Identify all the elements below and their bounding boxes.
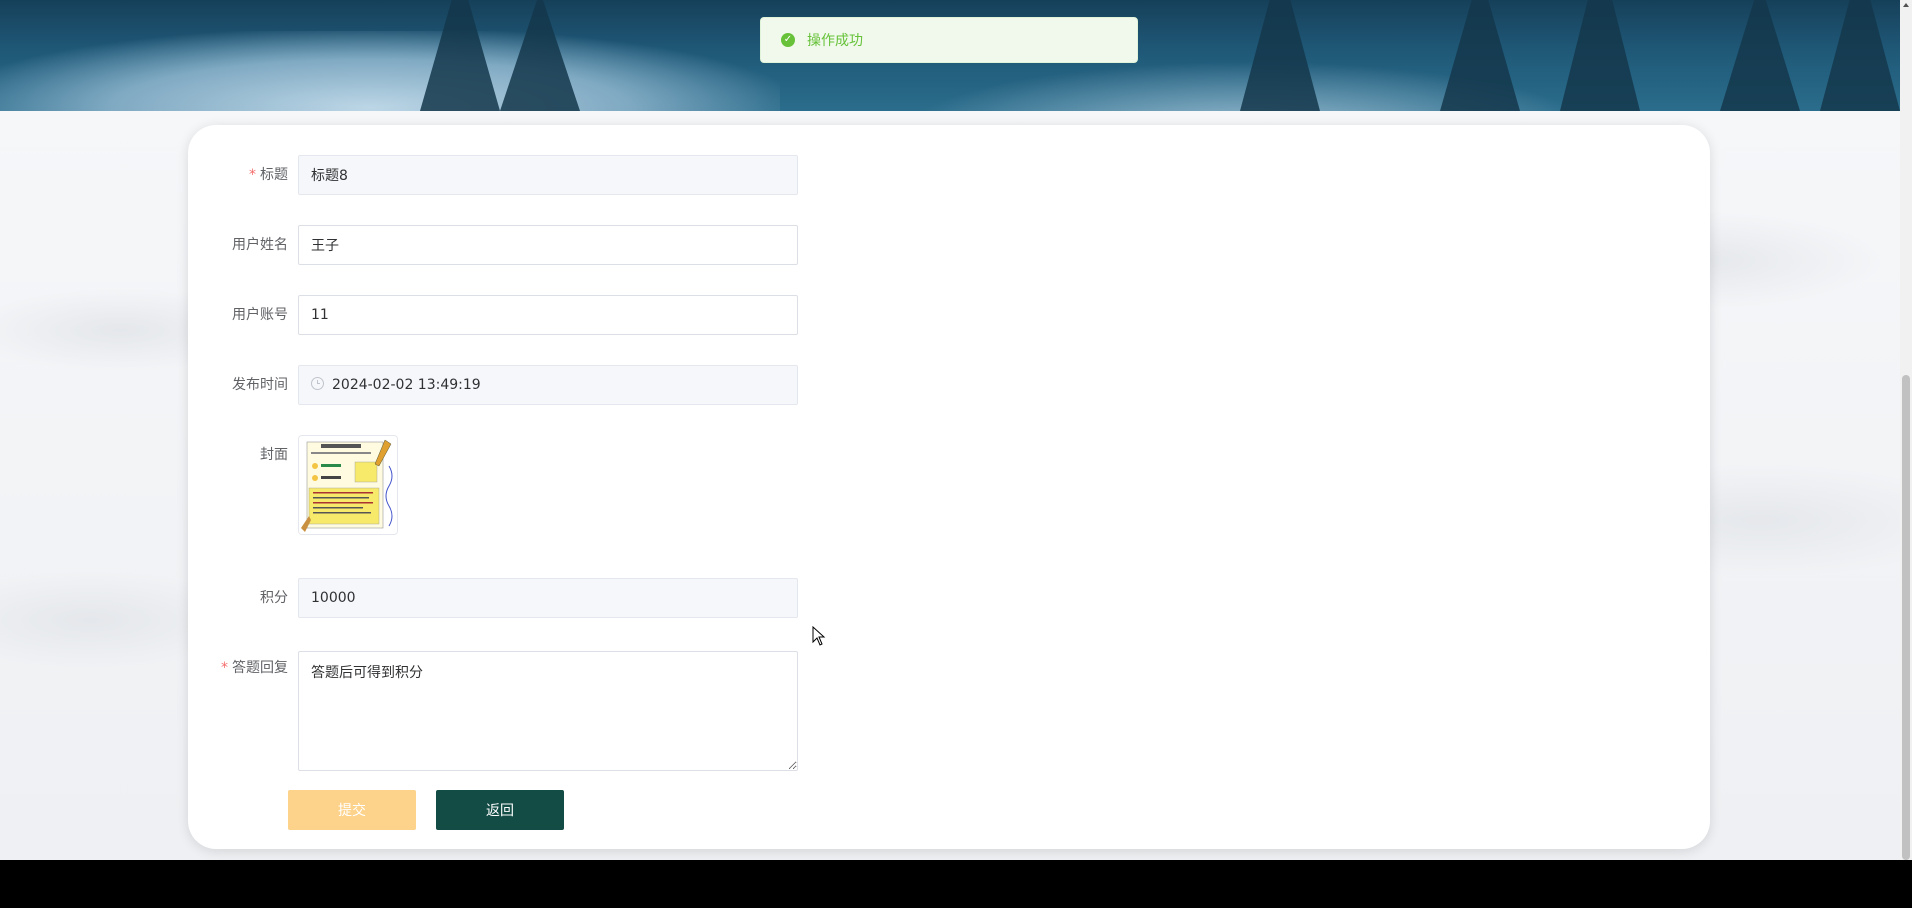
toast-message: 操作成功 — [807, 33, 863, 49]
user-account-label: 用户账号 — [232, 307, 288, 323]
mouse-cursor-icon — [812, 626, 826, 646]
success-toast: ✓ 操作成功 — [760, 17, 1138, 63]
publish-time-value: 2024-02-02 13:49:19 — [332, 377, 481, 393]
required-star: * — [249, 167, 256, 183]
banner-tree — [420, 0, 500, 111]
scrollbar-thumb[interactable] — [1902, 375, 1910, 860]
points-label: 积分 — [260, 590, 288, 606]
banner-tree — [1560, 0, 1640, 111]
back-button[interactable]: 返回 — [436, 790, 564, 830]
clock-icon — [311, 377, 324, 390]
banner-snow-slope — [0, 31, 780, 111]
footer-bar — [0, 860, 1912, 908]
publish-time-label: 发布时间 — [232, 377, 288, 393]
user-name-input[interactable] — [298, 225, 798, 265]
banner-tree — [1240, 0, 1320, 111]
page-scrollbar[interactable] — [1900, 0, 1912, 860]
cover-image-graphic — [299, 436, 397, 534]
answer-reply-textarea[interactable]: 答题后可得到积分 — [298, 651, 798, 771]
answer-reply-label-text: 答题回复 — [232, 660, 288, 676]
submit-button[interactable]: 提交 — [288, 790, 416, 830]
title-input[interactable] — [298, 155, 798, 195]
banner-tree — [500, 0, 580, 111]
banner-tree — [1440, 0, 1520, 111]
answer-reply-label: * 答题回复 — [188, 648, 288, 688]
title-label: * 标题 — [188, 155, 288, 195]
scroll-up-arrow-icon[interactable] — [1903, 3, 1909, 7]
cover-label: 封面 — [260, 447, 288, 463]
publish-time-input[interactable]: 2024-02-02 13:49:19 — [298, 365, 798, 405]
required-star: * — [221, 660, 228, 676]
title-label-text: 标题 — [260, 167, 288, 183]
points-input[interactable] — [298, 578, 798, 618]
banner-tree — [1820, 0, 1900, 111]
user-name-label: 用户姓名 — [232, 237, 288, 253]
form-card: *标题 用户姓名 用户账号 发布时间 2024-02-02 13:49:19 封… — [188, 125, 1710, 849]
user-account-input[interactable] — [298, 295, 798, 335]
check-circle-icon: ✓ — [781, 33, 795, 47]
banner-tree — [1720, 0, 1800, 111]
cover-image[interactable] — [298, 435, 398, 535]
